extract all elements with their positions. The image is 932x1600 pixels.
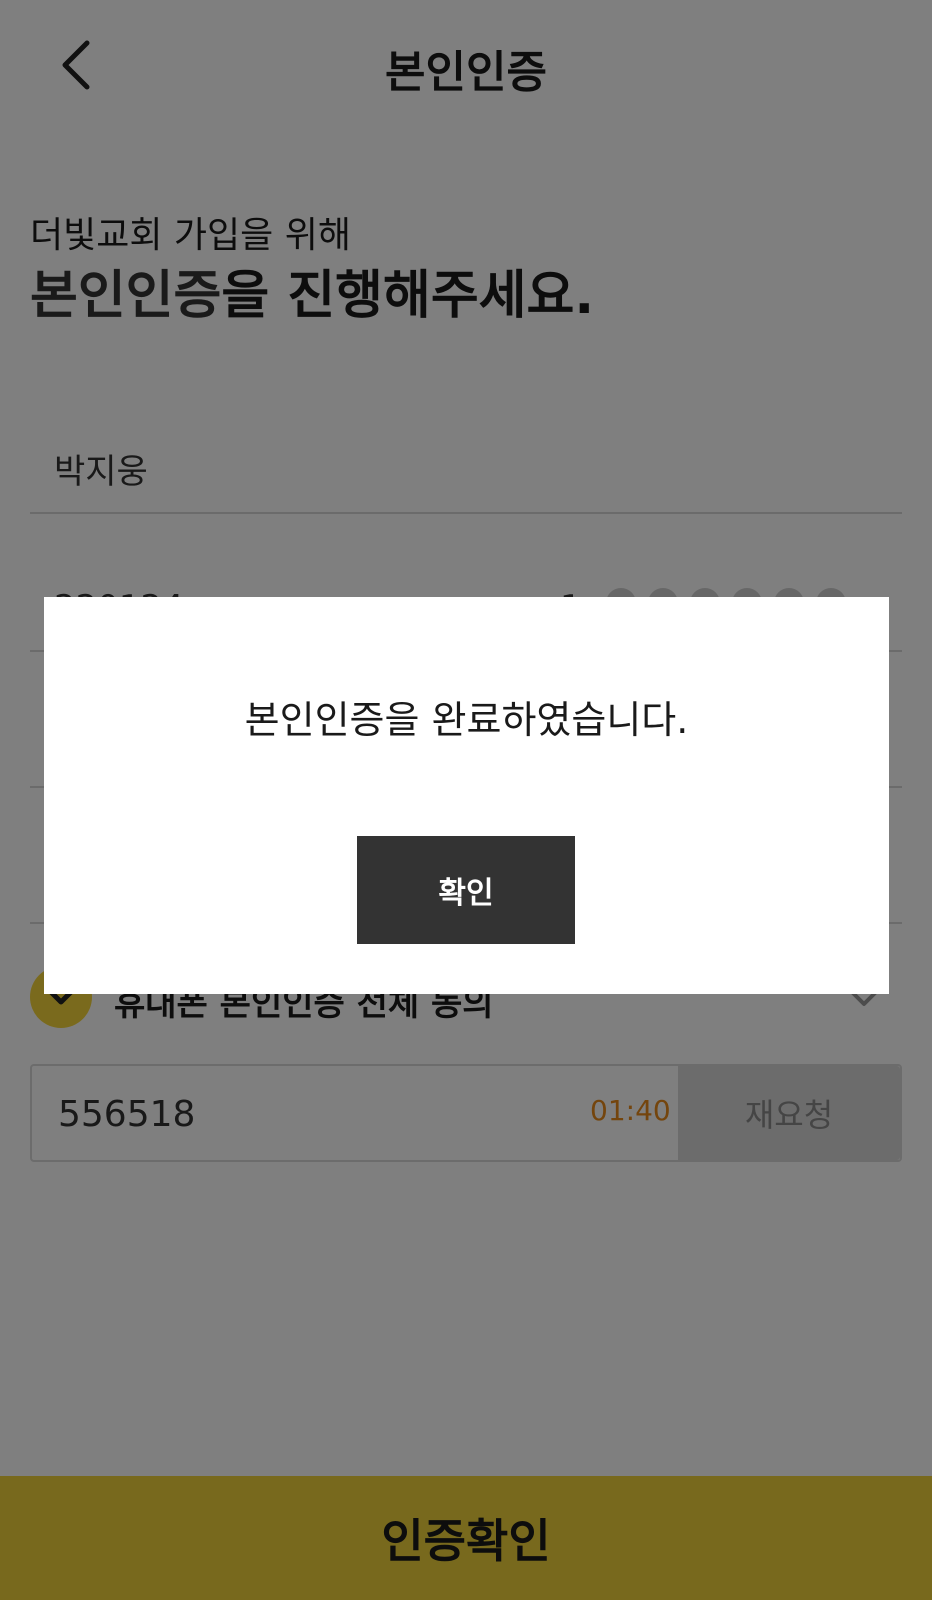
intro-title-highlight: 본인인증 xyxy=(30,266,222,326)
screen: 본인인증 더빛교회 가입을 위해 본인인증을 진행해주세요. 박지웅 22012… xyxy=(0,0,932,1600)
dialog-confirm-button[interactable]: 확인 xyxy=(357,836,575,944)
completion-dialog: 본인인증을 완료하였습니다. 확인 xyxy=(44,597,889,994)
dialog-message: 본인인증을 완료하였습니다. xyxy=(244,698,689,742)
